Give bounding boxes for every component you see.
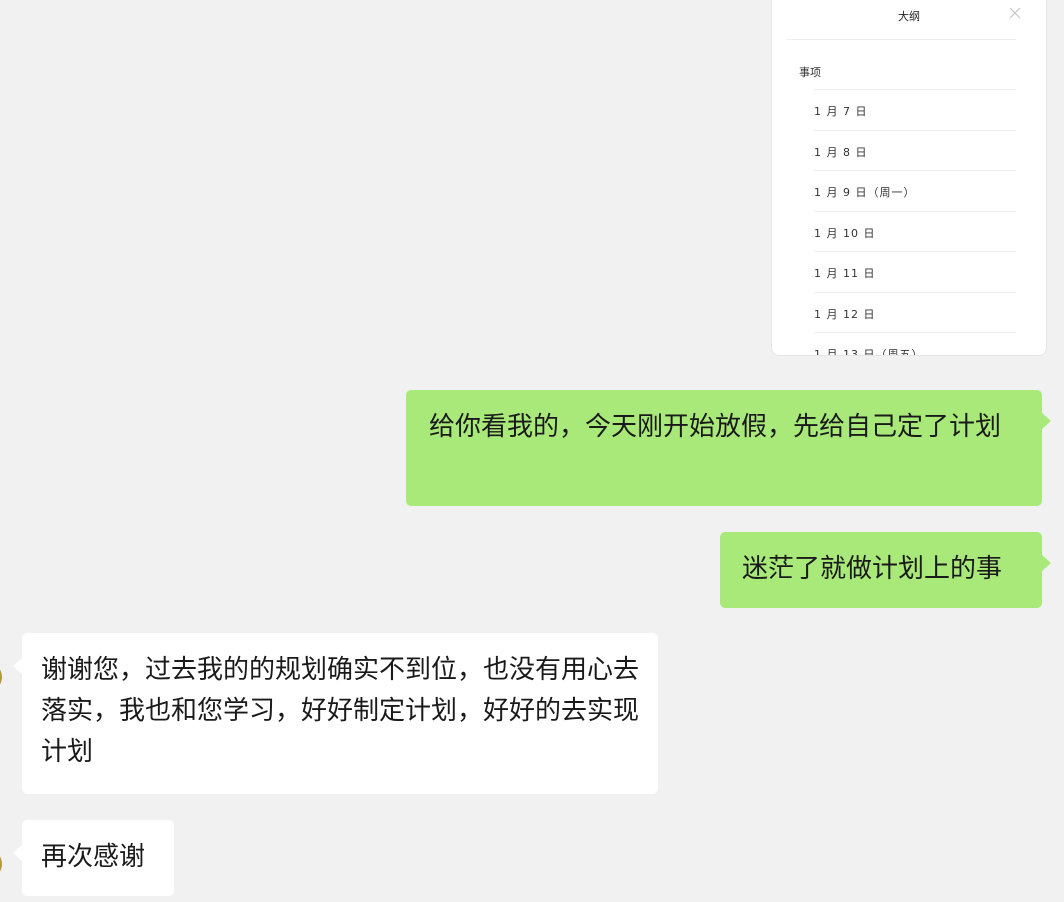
outline-divider xyxy=(786,39,1016,40)
outline-item[interactable]: 1 月 13 日（周五） xyxy=(814,332,1016,355)
outline-item[interactable]: 1 月 9 日（周一） xyxy=(814,170,1016,211)
contact-avatar[interactable] xyxy=(0,849,2,879)
outline-image-card[interactable]: 大纲 事项 1 月 7 日 1 月 8 日 1 月 9 日（周一） 1 月 10… xyxy=(771,0,1047,356)
outline-header: 大纲 xyxy=(772,1,1046,37)
outline-title: 大纲 xyxy=(898,10,920,23)
outgoing-message-bubble[interactable]: 迷茫了就做计划上的事 xyxy=(720,532,1051,608)
incoming-message-bubble[interactable]: 再次感谢 xyxy=(13,820,174,896)
outline-item[interactable]: 1 月 12 日 xyxy=(814,291,1016,333)
incoming-message-bubble[interactable]: 谢谢您，过去我的的规划确实不到位，也没有用心去落实，我也和您学习，好好制定计划，… xyxy=(13,633,658,794)
outline-list: 1 月 7 日 1 月 8 日 1 月 9 日（周一） 1 月 10 日 1 月… xyxy=(814,89,1016,355)
outline-item[interactable]: 1 月 10 日 xyxy=(814,210,1016,252)
outline-item[interactable]: 1 月 8 日 xyxy=(814,129,1016,171)
outline-section-heading: 事项 xyxy=(799,66,821,79)
outline-item[interactable]: 1 月 7 日 xyxy=(814,89,1016,130)
outline-item[interactable]: 1 月 11 日 xyxy=(814,251,1016,292)
outgoing-message-bubble[interactable]: 给你看我的，今天刚开始放假，先给自己定了计划 xyxy=(406,390,1051,506)
contact-avatar[interactable] xyxy=(0,662,2,692)
close-icon[interactable] xyxy=(1008,5,1022,19)
